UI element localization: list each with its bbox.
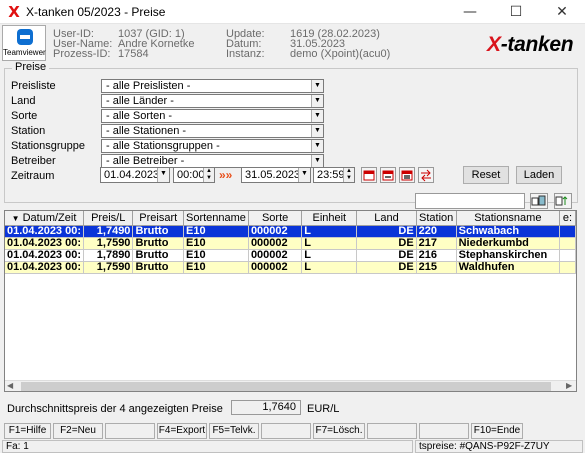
spin-icon: ▲ ▼ [203,168,214,182]
average-unit: EUR/L [307,403,340,415]
calendar-day-icon[interactable] [361,167,377,183]
preisliste-select[interactable]: - alle Preislisten - ▼ [101,79,324,93]
f8-button[interactable] [367,423,417,439]
column-header[interactable]: Einheit [301,211,358,226]
scrollbar-thumb[interactable] [21,382,551,391]
f1-help-button[interactable]: F1=Hilfe [4,423,51,439]
table-row[interactable]: 01.04.2023 00: 1,7590 Brutto E10 000002 L DE 21… [5,237,576,250]
table-row[interactable]: 01.04.2023 00: 1,7590 Brutto E10 000002 L DE 21… [5,261,576,274]
land-select[interactable]: - alle Länder - ▼ [101,94,324,108]
station-select[interactable]: - alle Stationen - ▼ [101,124,324,138]
date-from-field[interactable]: 01.04.2023 ▼ [100,167,170,183]
column-header[interactable]: Preis/L [83,211,134,226]
filter-group-title: Preise [12,61,50,73]
calendar-month-icon[interactable] [399,167,415,183]
chevron-down-icon: ▼ [311,155,323,167]
sorte-select[interactable]: - alle Sorten - ▼ [101,109,324,123]
laden-button[interactable]: Laden [516,166,562,184]
column-header[interactable]: Sorte [248,211,303,226]
chevron-down-icon: ▼ [311,125,323,137]
scroll-left-icon[interactable]: ◀ [7,381,13,390]
f6-button[interactable] [261,423,311,439]
chevron-down-icon: ▼ [157,168,169,182]
chevron-down-icon: ▼ [311,140,323,152]
sorte-label: Sorte [11,110,38,122]
betreiber-label: Betreiber [11,155,56,167]
search-input[interactable] [415,193,525,209]
prices-table: ▼ Datum/Zeit Preis/L Preisart Sortenname… [5,211,576,274]
zeitraum-label: Zeitraum [11,170,55,182]
column-header[interactable]: ▼ Datum/Zeit [5,211,85,226]
f9-button[interactable] [419,423,469,439]
chevron-down-icon: ▼ [298,168,310,182]
time-from-field[interactable]: 00:00 ▲ ▼ [173,167,215,183]
f3-button[interactable] [105,423,155,439]
stationsgruppe-label: Stationsgruppe [11,140,85,152]
column-header[interactable]: Station [416,211,457,226]
f4-export-button[interactable]: F4=Export [157,423,207,439]
chevron-down-icon: ▼ [311,110,323,122]
average-value: 1,7640 [231,400,301,415]
calendar-week-icon[interactable] [380,167,396,183]
find-icon[interactable] [530,193,548,209]
station-label: Station [11,125,46,137]
status-right: tspreise: #QANS-P92F-Z7UY [415,440,583,453]
teamviewer-label: Teamviewer [3,48,46,57]
sort-icon[interactable] [554,193,572,209]
f5-telvk-button[interactable]: F5=Telvk. [209,423,259,439]
column-header[interactable]: Sortenname [183,211,249,226]
scroll-right-icon[interactable]: ▶ [566,381,572,390]
prozess-id-value: 17584 [118,48,149,60]
average-label: Durchschnittspreis der 4 angezeigten Pre… [7,403,223,415]
date-to-field[interactable]: 31.05.2023 ▼ [241,167,311,183]
table-row[interactable]: 01.04.2023 00: 1,7890 Brutto E10 000002 L DE 21… [5,249,576,262]
column-header[interactable]: Land [356,211,417,226]
teamviewer-button[interactable]: Teamviewer [2,25,46,61]
swap-dates-icon[interactable] [418,167,434,183]
window-title: X-tanken 05/2023 - Preise [26,5,166,19]
f2-new-button[interactable]: F2=Neu [53,423,103,439]
betreiber-select[interactable]: - alle Betreiber - ▼ [101,154,324,168]
instanz-label: Instanz: [226,48,265,60]
prices-grid[interactable]: ▼ Datum/Zeit Preis/L Preisart Sortenname… [4,210,577,392]
column-header[interactable]: Preisart [132,211,184,226]
table-row[interactable]: 01.04.2023 00: 1,7490 Brutto E10 000002 L DE 22… [5,225,576,238]
status-left: Fa: 1 [2,440,413,453]
chevron-down-icon: ▼ [311,80,323,92]
instanz-value: demo (Xpoint)(acu0) [290,48,391,60]
table-header: ▼ Datum/Zeit Preis/L Preisart Sortenname… [5,211,576,226]
spin-icon: ▲ ▼ [343,168,354,182]
chevron-down-icon: ▼ [311,95,323,107]
title-bar: X X-tanken 05/2023 - Preise — ☐ ✕ [0,0,585,24]
f10-end-button[interactable]: F10=Ende [471,423,523,439]
reset-button[interactable]: Reset [463,166,509,184]
minimize-button[interactable]: — [447,0,493,24]
app-icon: X [8,3,20,21]
horizontal-scrollbar[interactable]: ◀ ▶ [5,380,576,391]
preisliste-label: Preisliste [11,80,56,92]
stationsgruppe-select[interactable]: - alle Stationsgruppen - ▼ [101,139,324,153]
prozess-id-label: Prozess-ID: [53,48,111,60]
land-label: Land [11,95,36,107]
time-to-field[interactable]: 23:59 ▲ ▼ [313,167,355,183]
f7-delete-button[interactable]: F7=Lösch. [313,423,365,439]
teamviewer-icon [17,29,33,45]
brand-logo: X-tanken [487,33,574,56]
period-forward-icon[interactable]: »» [219,167,237,183]
maximize-button[interactable]: ☐ [493,0,539,24]
column-header[interactable]: e: [559,211,576,226]
column-header[interactable]: Stationsname [456,211,561,226]
close-button[interactable]: ✕ [539,0,585,24]
